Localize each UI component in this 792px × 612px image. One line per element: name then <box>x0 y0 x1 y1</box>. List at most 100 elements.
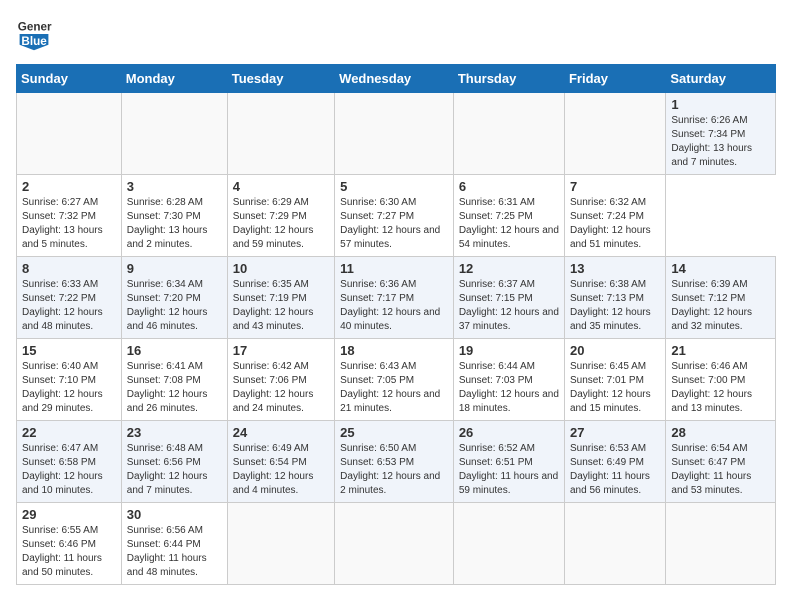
calendar-cell: 30Sunrise: 6:56 AMSunset: 6:44 PMDayligh… <box>121 503 227 585</box>
day-info: Sunrise: 6:41 AMSunset: 7:08 PMDaylight:… <box>127 360 222 416</box>
calendar-week-row: 15Sunrise: 6:40 AMSunset: 7:10 PMDayligh… <box>17 339 776 421</box>
day-number: 22 <box>22 425 116 440</box>
day-number: 25 <box>340 425 448 440</box>
calendar-cell: 3 Sunrise: 6:28 AMSunset: 7:30 PMDaylight… <box>121 175 227 257</box>
calendar-cell: 23Sunrise: 6:48 AMSunset: 6:56 PMDayligh… <box>121 421 227 503</box>
day-info: Sunrise: 6:29 AMSunset: 7:29 PMDaylight:… <box>233 196 329 252</box>
calendar-cell: 28Sunrise: 6:54 AMSunset: 6:47 PMDayligh… <box>666 421 776 503</box>
day-info: Sunrise: 6:28 AMSunset: 7:30 PMDaylight:… <box>127 196 222 252</box>
calendar-cell: 9 Sunrise: 6:34 AMSunset: 7:20 PMDaylight… <box>121 257 227 339</box>
svg-text:General: General <box>18 20 52 33</box>
day-number: 4 <box>233 179 329 194</box>
calendar-cell: 18 Sunrise: 6:43 AMSunset: 7:05 PMDayligh… <box>335 339 454 421</box>
day-info: Sunrise: 6:47 AMSunset: 6:58 PMDaylight:… <box>22 442 116 498</box>
day-info: Sunrise: 6:35 AMSunset: 7:19 PMDaylight:… <box>233 278 329 334</box>
calendar-body: 1 Sunrise: 6:26 AMSunset: 7:34 PMDaylight… <box>17 93 776 585</box>
day-number: 16 <box>127 343 222 358</box>
calendar-cell: 25 Sunrise: 6:50 AMSunset: 6:53 PMDayligh… <box>335 421 454 503</box>
day-number: 26 <box>459 425 559 440</box>
day-info: Sunrise: 6:46 AMSunset: 7:00 PMDaylight:… <box>671 360 770 416</box>
day-number: 29 <box>22 507 116 522</box>
calendar-cell: 24 Sunrise: 6:49 AMSunset: 6:54 PMDayligh… <box>227 421 334 503</box>
calendar-cell: 4 Sunrise: 6:29 AMSunset: 7:29 PMDaylight… <box>227 175 334 257</box>
calendar-cell: 2Sunrise: 6:27 AMSunset: 7:32 PMDaylight… <box>17 175 122 257</box>
day-info: Sunrise: 6:48 AMSunset: 6:56 PMDaylight:… <box>127 442 222 498</box>
calendar-cell <box>335 93 454 175</box>
day-info: Sunrise: 6:27 AMSunset: 7:32 PMDaylight:… <box>22 196 116 252</box>
day-info: Sunrise: 6:36 AMSunset: 7:17 PMDaylight:… <box>340 278 448 334</box>
day-number: 7 <box>570 179 660 194</box>
header-cell-thursday: Thursday <box>453 65 564 93</box>
day-info: Sunrise: 6:50 AMSunset: 6:53 PMDaylight:… <box>340 442 448 498</box>
day-info: Sunrise: 6:40 AMSunset: 7:10 PMDaylight:… <box>22 360 116 416</box>
logo-icon: General Blue <box>16 16 52 52</box>
calendar-cell: 5Sunrise: 6:30 AMSunset: 7:27 PMDaylight… <box>335 175 454 257</box>
calendar-week-row: 8Sunrise: 6:33 AMSunset: 7:22 PMDaylight… <box>17 257 776 339</box>
calendar-cell: 26 Sunrise: 6:52 AMSunset: 6:51 PMDayligh… <box>453 421 564 503</box>
day-info: Sunrise: 6:31 AMSunset: 7:25 PMDaylight:… <box>459 196 559 252</box>
day-info: Sunrise: 6:33 AMSunset: 7:22 PMDaylight:… <box>22 278 116 334</box>
calendar-cell <box>335 503 454 585</box>
day-info: Sunrise: 6:39 AMSunset: 7:12 PMDaylight:… <box>671 278 770 334</box>
calendar-week-row: 1 Sunrise: 6:26 AMSunset: 7:34 PMDaylight… <box>17 93 776 175</box>
day-number: 9 <box>127 261 222 276</box>
day-number: 11 <box>340 261 448 276</box>
day-info: Sunrise: 6:52 AMSunset: 6:51 PMDaylight:… <box>459 442 559 498</box>
calendar-cell <box>17 93 122 175</box>
header-cell-saturday: Saturday <box>666 65 776 93</box>
calendar-cell: 8Sunrise: 6:33 AMSunset: 7:22 PMDaylight… <box>17 257 122 339</box>
calendar-cell <box>227 93 334 175</box>
page-header: General Blue <box>16 16 776 52</box>
day-number: 21 <box>671 343 770 358</box>
calendar-cell <box>453 93 564 175</box>
calendar-cell: 29 Sunrise: 6:55 AMSunset: 6:46 PMDayligh… <box>17 503 122 585</box>
calendar-cell: 10Sunrise: 6:35 AMSunset: 7:19 PMDayligh… <box>227 257 334 339</box>
svg-text:Blue: Blue <box>21 35 47 48</box>
day-info: Sunrise: 6:43 AMSunset: 7:05 PMDaylight:… <box>340 360 448 416</box>
day-number: 20 <box>570 343 660 358</box>
calendar-week-row: 2Sunrise: 6:27 AMSunset: 7:32 PMDaylight… <box>17 175 776 257</box>
day-info: Sunrise: 6:38 AMSunset: 7:13 PMDaylight:… <box>570 278 660 334</box>
day-info: Sunrise: 6:26 AMSunset: 7:34 PMDaylight:… <box>671 114 770 170</box>
day-info: Sunrise: 6:32 AMSunset: 7:24 PMDaylight:… <box>570 196 660 252</box>
calendar-cell <box>227 503 334 585</box>
day-number: 6 <box>459 179 559 194</box>
day-number: 27 <box>570 425 660 440</box>
header-cell-wednesday: Wednesday <box>335 65 454 93</box>
calendar-cell: 20 Sunrise: 6:45 AMSunset: 7:01 PMDayligh… <box>564 339 665 421</box>
calendar-table: SundayMondayTuesdayWednesdayThursdayFrid… <box>16 64 776 585</box>
day-info: Sunrise: 6:34 AMSunset: 7:20 PMDaylight:… <box>127 278 222 334</box>
header-cell-friday: Friday <box>564 65 665 93</box>
calendar-cell: 15Sunrise: 6:40 AMSunset: 7:10 PMDayligh… <box>17 339 122 421</box>
calendar-cell: 16 Sunrise: 6:41 AMSunset: 7:08 PMDayligh… <box>121 339 227 421</box>
day-number: 12 <box>459 261 559 276</box>
day-number: 1 <box>671 97 770 112</box>
calendar-header-row: SundayMondayTuesdayWednesdayThursdayFrid… <box>17 65 776 93</box>
day-info: Sunrise: 6:55 AMSunset: 6:46 PMDaylight:… <box>22 524 116 580</box>
day-number: 24 <box>233 425 329 440</box>
day-info: Sunrise: 6:49 AMSunset: 6:54 PMDaylight:… <box>233 442 329 498</box>
day-number: 18 <box>340 343 448 358</box>
calendar-cell <box>666 503 776 585</box>
calendar-cell: 21 Sunrise: 6:46 AMSunset: 7:00 PMDayligh… <box>666 339 776 421</box>
calendar-cell <box>564 93 665 175</box>
calendar-cell: 17Sunrise: 6:42 AMSunset: 7:06 PMDayligh… <box>227 339 334 421</box>
day-info: Sunrise: 6:45 AMSunset: 7:01 PMDaylight:… <box>570 360 660 416</box>
day-number: 28 <box>671 425 770 440</box>
calendar-week-row: 29 Sunrise: 6:55 AMSunset: 6:46 PMDayligh… <box>17 503 776 585</box>
calendar-cell: 7 Sunrise: 6:32 AMSunset: 7:24 PMDaylight… <box>564 175 665 257</box>
day-number: 14 <box>671 261 770 276</box>
calendar-cell <box>564 503 665 585</box>
calendar-cell <box>121 93 227 175</box>
calendar-cell: 12Sunrise: 6:37 AMSunset: 7:15 PMDayligh… <box>453 257 564 339</box>
day-number: 3 <box>127 179 222 194</box>
calendar-cell <box>453 503 564 585</box>
day-number: 17 <box>233 343 329 358</box>
calendar-cell: 22 Sunrise: 6:47 AMSunset: 6:58 PMDayligh… <box>17 421 122 503</box>
header-cell-tuesday: Tuesday <box>227 65 334 93</box>
calendar-cell: 11 Sunrise: 6:36 AMSunset: 7:17 PMDayligh… <box>335 257 454 339</box>
calendar-week-row: 22 Sunrise: 6:47 AMSunset: 6:58 PMDayligh… <box>17 421 776 503</box>
calendar-cell: 6 Sunrise: 6:31 AMSunset: 7:25 PMDaylight… <box>453 175 564 257</box>
day-info: Sunrise: 6:44 AMSunset: 7:03 PMDaylight:… <box>459 360 559 416</box>
calendar-cell: 13Sunrise: 6:38 AMSunset: 7:13 PMDayligh… <box>564 257 665 339</box>
